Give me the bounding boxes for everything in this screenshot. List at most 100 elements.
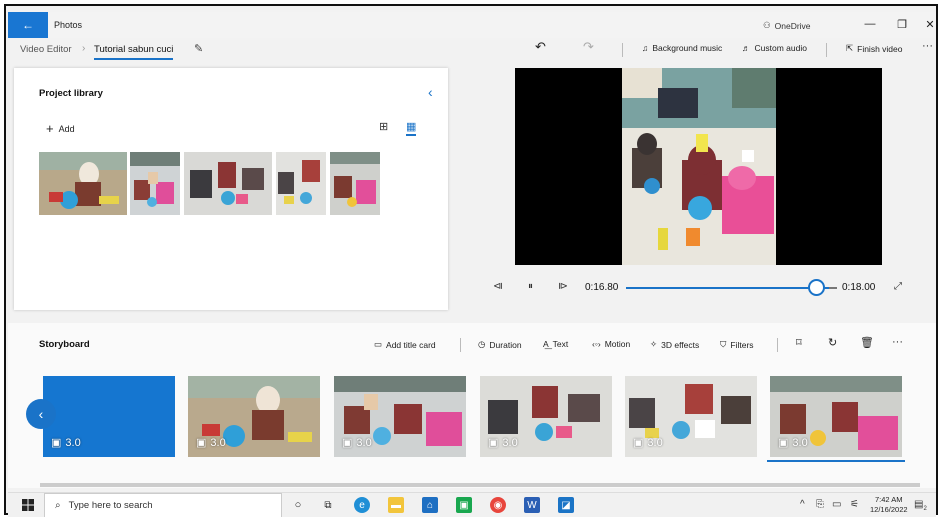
chrome-icon[interactable]: ◉: [490, 497, 506, 513]
pause-icon[interactable]: ⏸: [528, 281, 533, 292]
back-button[interactable]: ←: [8, 12, 48, 38]
library-thumbnail[interactable]: [184, 152, 272, 215]
step-forward-icon[interactable]: ⧐: [558, 281, 568, 292]
3d-effects-button[interactable]: ✧ 3D effects: [650, 339, 699, 350]
taskbar-clock[interactable]: 7:42 AM 12/16/2022: [870, 495, 908, 515]
library-thumbnail[interactable]: [39, 152, 127, 215]
cortana-icon[interactable]: ○: [290, 497, 306, 513]
total-time: 0:18.00: [842, 282, 876, 293]
people-icon: ⚇: [763, 20, 771, 30]
storyboard-clip[interactable]: ▣ 3.0: [480, 376, 612, 457]
clip-duration: ▣ 3.0: [342, 436, 372, 450]
storyboard-more-button[interactable]: ···: [892, 336, 903, 348]
camtasia-icon[interactable]: ▣: [456, 497, 472, 513]
custom-audio-button[interactable]: ♬ Custom audio: [742, 43, 807, 53]
maximize-button[interactable]: ❐: [892, 18, 912, 31]
music-note-icon: ♫: [642, 43, 649, 53]
storyboard-panel: Storyboard ▭ Add title card ◷ Duration A…: [8, 323, 936, 488]
breadcrumb-video-editor[interactable]: Video Editor: [20, 44, 72, 55]
text-button[interactable]: A͟ Text: [543, 339, 568, 349]
redo-icon[interactable]: ↷: [583, 39, 594, 55]
fullscreen-icon[interactable]: ⤢: [894, 281, 902, 292]
custom-audio-label: Custom audio: [754, 43, 807, 53]
duration-label: Duration: [489, 339, 522, 350]
chevron-left-icon: ‹: [38, 406, 44, 422]
library-thumbnail[interactable]: [330, 152, 380, 215]
image-icon: ▣: [488, 437, 499, 449]
seek-bar-thumb[interactable]: [808, 279, 825, 296]
finish-video-button[interactable]: ⇱ Finish video: [846, 43, 902, 54]
editor-toolbar: Video Editor › Tutorial sabun cuci ✎ ↶ ↷…: [8, 38, 936, 64]
background-music-button[interactable]: ♫ Background music: [642, 43, 722, 53]
3d-effects-label: 3D effects: [661, 339, 700, 350]
tray-network-icon[interactable]: ⚟: [850, 499, 859, 510]
storyboard-clip-title-card[interactable]: ▣ 3.0: [43, 376, 175, 457]
seek-bar-fill[interactable]: [626, 287, 829, 289]
clip-duration: ▣ 3.0: [51, 436, 81, 450]
step-back-icon[interactable]: ⧏: [493, 281, 503, 292]
clip-duration-value: 3.0: [792, 436, 808, 449]
motion-label: Motion: [604, 339, 631, 349]
duration-button[interactable]: ◷ Duration: [478, 339, 522, 350]
add-title-card-button[interactable]: ▭ Add title card: [374, 339, 436, 350]
library-thumbnail[interactable]: [276, 152, 326, 215]
collapse-library-chevron-icon[interactable]: ‹: [428, 84, 433, 100]
clip-duration-value: 3.0: [502, 436, 518, 449]
storyboard-clip[interactable]: ▣ 3.0: [188, 376, 320, 457]
tray-chevron-icon[interactable]: ^: [800, 499, 805, 510]
tray-battery-icon[interactable]: ▭: [832, 499, 841, 510]
taskbar-search[interactable]: ⌕ Type here to search: [44, 493, 282, 517]
resize-icon[interactable]: ⌑: [796, 336, 802, 349]
clip-duration-value: 3.0: [210, 436, 226, 449]
filters-button[interactable]: ⛉ Filters: [720, 339, 754, 350]
add-label: Add: [58, 123, 75, 134]
title-bar: ← Photos ⚇ OneDrive — ❐ ✕: [8, 12, 936, 38]
storyboard-clip[interactable]: ▣ 3.0: [334, 376, 466, 457]
clip-duration: ▣ 3.0: [196, 436, 226, 450]
minimize-button[interactable]: —: [860, 18, 880, 30]
project-library-panel: Project library ‹ + Add ⊞ ▦: [14, 68, 448, 310]
onedrive-button[interactable]: ⚇ OneDrive: [763, 20, 811, 31]
task-view-icon[interactable]: ⧉: [320, 497, 336, 513]
project-name[interactable]: Tutorial sabun cuci: [94, 44, 174, 60]
tray-usb-icon[interactable]: ⎘: [816, 499, 824, 510]
word-icon[interactable]: W: [524, 497, 540, 513]
undo-icon[interactable]: ↶: [535, 39, 546, 55]
delete-icon[interactable]: 🗑: [860, 336, 874, 349]
notifications-icon[interactable]: ▤2: [914, 499, 927, 512]
library-thumbnail[interactable]: [130, 152, 180, 215]
breadcrumb-separator-icon: ›: [82, 43, 86, 54]
rotate-icon[interactable]: ↻: [828, 336, 837, 349]
rename-pencil-icon[interactable]: ✎: [194, 42, 203, 55]
seek-bar-rest[interactable]: [829, 287, 837, 289]
motion-icon: ‹◦›: [592, 339, 601, 349]
plus-icon: +: [46, 121, 54, 136]
clip-duration-value: 3.0: [647, 436, 663, 449]
edge-icon[interactable]: e: [354, 497, 370, 513]
storyboard-clip[interactable]: ▣ 3.0: [625, 376, 757, 457]
storyboard-clip-selected[interactable]: ▣ 3.0: [770, 376, 902, 457]
grid-large-view-icon[interactable]: ⊞: [379, 120, 388, 133]
toolbar-divider: [826, 43, 827, 57]
video-preview[interactable]: [515, 68, 882, 265]
grid-small-view-icon[interactable]: ▦: [406, 120, 417, 136]
clip-duration-value: 3.0: [65, 436, 81, 449]
storyboard-scrollbar[interactable]: [40, 483, 920, 487]
clip-duration: ▣ 3.0: [778, 436, 808, 450]
photos-icon[interactable]: ◪: [558, 497, 574, 513]
storyboard-title: Storyboard: [39, 339, 90, 350]
store-icon[interactable]: ⌂: [422, 497, 438, 513]
image-icon: ▣: [51, 437, 62, 449]
more-options-button[interactable]: ···: [922, 40, 933, 52]
file-explorer-icon[interactable]: ▬: [388, 497, 404, 513]
close-button[interactable]: ✕: [920, 18, 940, 31]
motion-button[interactable]: ‹◦› Motion: [592, 339, 630, 349]
background-music-label: Background music: [652, 43, 723, 53]
add-media-button[interactable]: + Add: [46, 121, 75, 136]
share-icon: ⇱: [846, 43, 854, 53]
toolbar-divider: [460, 338, 461, 352]
scroll-left-button[interactable]: ‹: [26, 399, 56, 429]
clip-duration: ▣ 3.0: [633, 436, 663, 450]
windows-start-icon[interactable]: [22, 499, 34, 511]
filters-label: Filters: [730, 339, 754, 350]
